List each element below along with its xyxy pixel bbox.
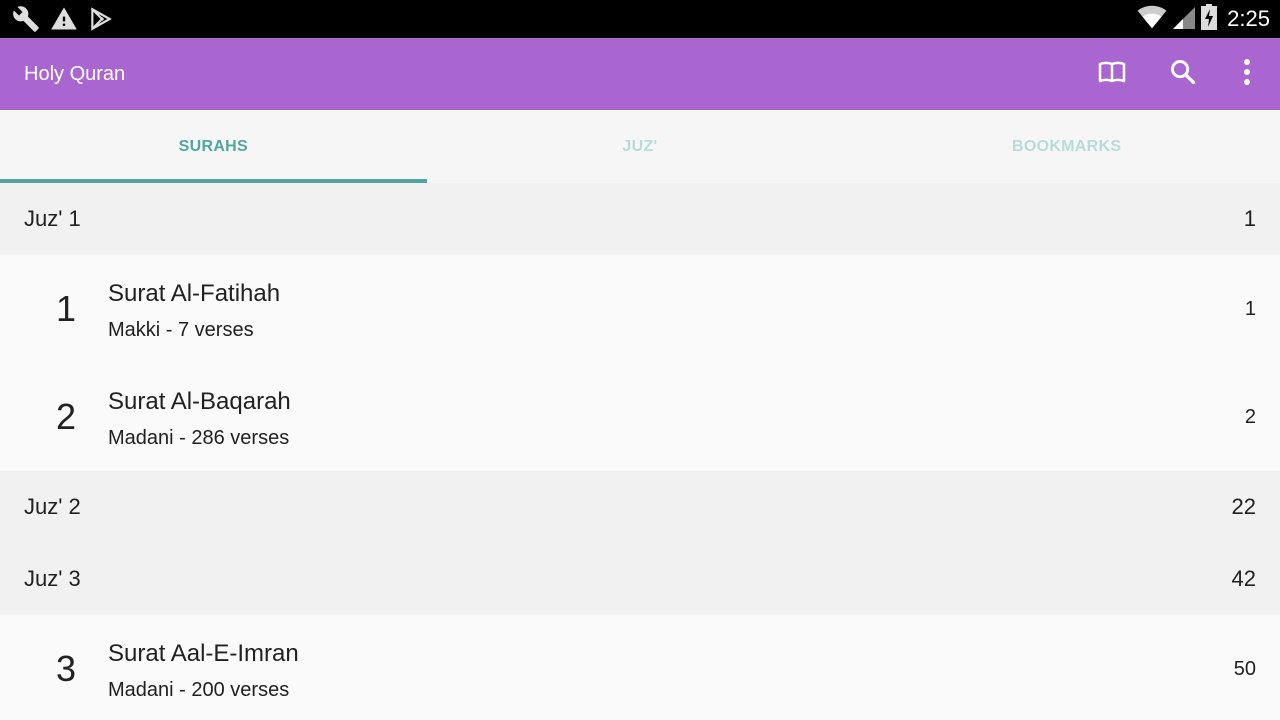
overflow-menu-icon <box>1243 58 1251 91</box>
surah-number: 2 <box>55 396 77 437</box>
book-icon <box>1098 60 1126 89</box>
battery-charging-icon <box>1201 3 1218 35</box>
surah-meta: Madani - 286 verses <box>108 427 290 449</box>
juz-page-number: 42 <box>1231 566 1256 591</box>
status-time: 2:25 <box>1227 6 1270 31</box>
surah-page-number: 1 <box>1244 298 1256 320</box>
search-icon <box>1169 58 1197 91</box>
surah-page-number: 2 <box>1244 406 1256 428</box>
juz-title: Juz' 2 <box>24 494 81 519</box>
surah-meta: Madani - 200 verses <box>108 679 290 701</box>
juz-title: Juz' 3 <box>24 566 81 591</box>
surah-meta: Makki - 7 verses <box>108 319 254 341</box>
juz-header-2[interactable]: Juz' 2 22 <box>0 471 1280 543</box>
overflow-menu-button[interactable] <box>1229 56 1265 92</box>
cell-signal-icon <box>1173 5 1196 34</box>
status-bar: 2:25 <box>0 0 1280 38</box>
wifi-icon <box>1137 4 1167 35</box>
juz-page-number: 22 <box>1231 494 1256 519</box>
surah-row-al-baqarah[interactable]: 2 Surat Al-Baqarah Madani - 286 verses 2 <box>0 363 1280 471</box>
juz-header-3[interactable]: Juz' 3 42 <box>0 543 1280 615</box>
status-notifications <box>12 5 114 33</box>
app-bar: Holy Quran <box>0 38 1280 110</box>
tab-bar: SURAHS JUZ' BOOKMARKS <box>0 110 1280 183</box>
wrench-icon <box>12 5 40 33</box>
surah-row-al-fatihah[interactable]: 1 Surat Al-Fatihah Makki - 7 verses 1 <box>0 255 1280 363</box>
app-title: Holy Quran <box>24 63 126 85</box>
surah-list: Juz' 1 1 1 Surat Al-Fatihah Makki - 7 ve… <box>0 183 1280 720</box>
warning-icon <box>50 5 78 33</box>
status-system: 2:25 <box>1137 0 1270 38</box>
juz-page-number: 1 <box>1243 206 1256 231</box>
juz-title: Juz' 1 <box>24 206 81 231</box>
surah-name: Surat Al-Baqarah <box>108 388 291 415</box>
surah-name: Surat Aal-E-Imran <box>108 640 299 667</box>
surah-number: 1 <box>55 288 77 329</box>
surah-number: 3 <box>55 648 77 689</box>
book-button[interactable] <box>1094 56 1130 92</box>
tab-juz[interactable]: JUZ' <box>427 110 854 183</box>
surah-name: Surat Al-Fatihah <box>108 280 281 307</box>
surah-row-aal-e-imran[interactable]: 3 Surat Aal-E-Imran Madani - 200 verses … <box>0 615 1280 720</box>
tab-surahs[interactable]: SURAHS <box>0 110 427 183</box>
tab-bookmarks[interactable]: BOOKMARKS <box>853 110 1280 183</box>
play-store-icon <box>88 6 114 32</box>
juz-header-1[interactable]: Juz' 1 1 <box>0 183 1280 255</box>
surah-page-number: 50 <box>1233 658 1256 680</box>
search-button[interactable] <box>1165 56 1201 92</box>
